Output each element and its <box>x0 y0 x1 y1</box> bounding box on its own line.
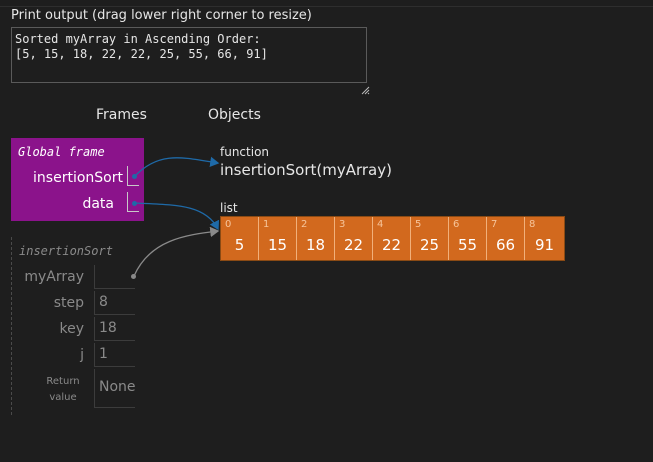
pointer-arrow-myarray <box>133 226 220 277</box>
pointer-arrow-data <box>134 202 220 231</box>
pointer-arrow-function <box>134 156 220 177</box>
pointer-arrows <box>133 156 220 277</box>
